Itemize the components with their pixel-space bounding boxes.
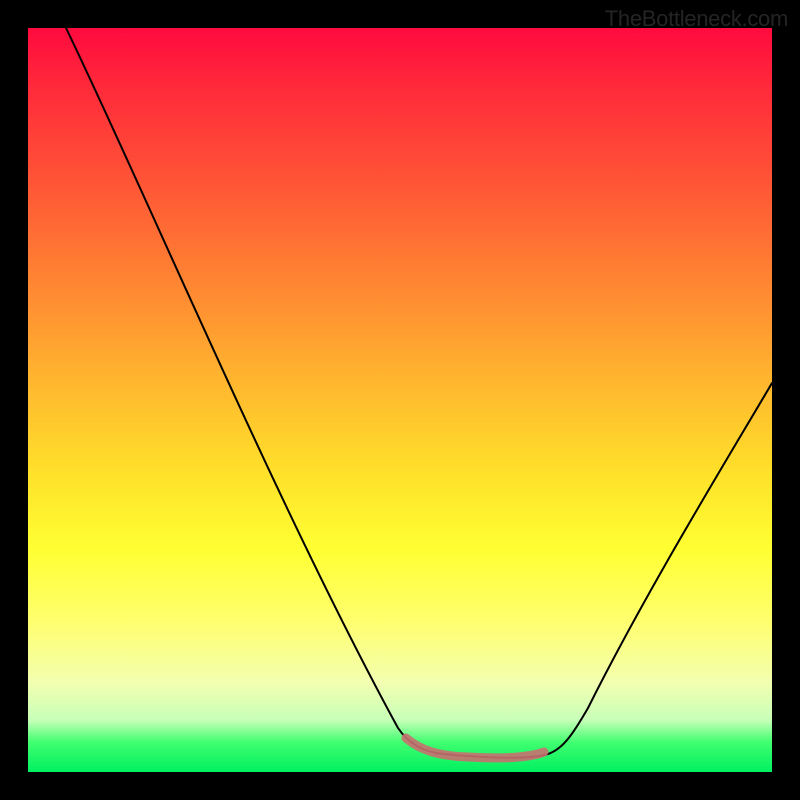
watermark-text: TheBottleneck.com <box>605 6 788 32</box>
bottleneck-curve <box>66 28 772 758</box>
plot-area <box>28 28 772 772</box>
valley-highlight <box>406 738 544 758</box>
curve-layer <box>28 28 772 772</box>
page-root: TheBottleneck.com <box>0 0 800 800</box>
